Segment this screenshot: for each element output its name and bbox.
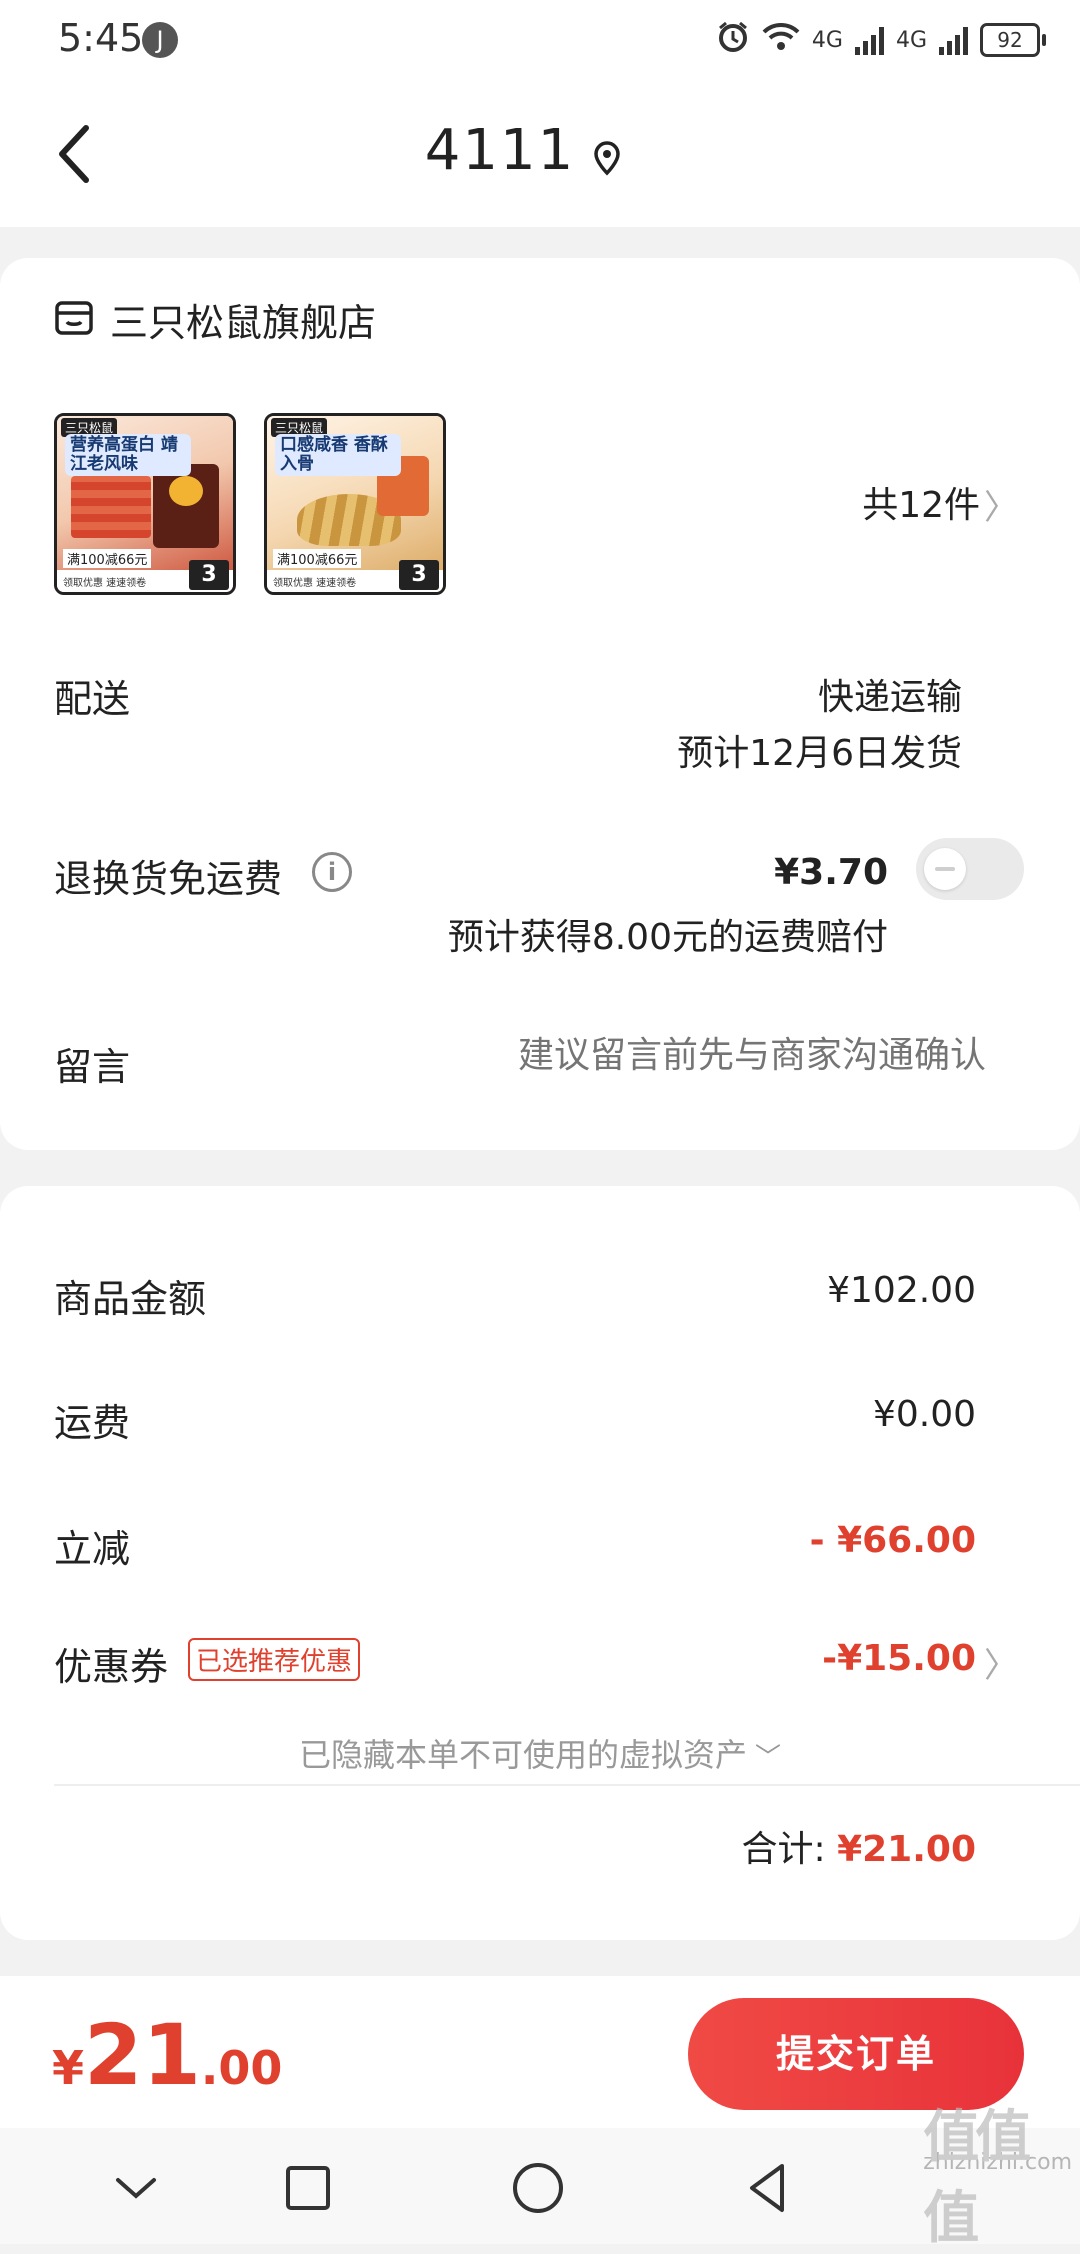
signal-icon xyxy=(939,25,968,55)
order-card: 三只松鼠旗舰店 三只松鼠 营养高蛋白 靖江老风味 满100减66元 领取优惠 速… xyxy=(0,258,1080,1150)
product-promo: 满100减66元 xyxy=(273,549,362,568)
status-time: 5:45 xyxy=(58,16,144,60)
watermark-logo: 值值值 xyxy=(923,2105,1031,2251)
delivery-method: 快递运输 xyxy=(817,677,962,718)
delivery-label: 配送 xyxy=(54,677,131,721)
return-shipping-note: 预计获得8.00元的运费赔付 xyxy=(447,917,888,958)
subtotal-value: ¥102.00 xyxy=(827,1270,976,1311)
checkout-bar: ¥21.00 提交订单 xyxy=(0,1976,1080,2128)
location-pin-icon[interactable] xyxy=(592,140,622,176)
discount-label: 立减 xyxy=(54,1527,131,1571)
circle-icon xyxy=(513,2163,563,2213)
triangle-back-icon xyxy=(750,2164,784,2212)
total-value: ¥21.00 xyxy=(837,1829,976,1870)
delivery-estimate: 预计12月6日发货 xyxy=(677,733,962,774)
squirrel-mascot xyxy=(169,476,203,506)
total-label: 合计: xyxy=(741,1829,826,1870)
product-footer: 领取优惠 速速领卷 xyxy=(63,578,147,589)
total-decimal: .00 xyxy=(200,2041,283,2095)
return-shipping-label: 退换货免运费 xyxy=(54,857,283,901)
notification-app-icon: J xyxy=(142,22,178,58)
product-promo: 满100减66元 xyxy=(63,549,152,568)
alarm-icon xyxy=(716,20,750,60)
store-name[interactable]: 三只松鼠旗舰店 xyxy=(110,292,376,347)
chevron-down-icon: ﹀ xyxy=(755,1743,782,1773)
coupon-status-badge: 已选推荐优惠 xyxy=(188,1638,361,1681)
store-icon xyxy=(54,298,94,338)
message-label: 留言 xyxy=(54,1045,131,1089)
info-icon[interactable]: i xyxy=(312,852,352,892)
nav-recents-button[interactable] xyxy=(278,2158,338,2218)
signal-icon xyxy=(854,25,884,55)
page-header: 4111 xyxy=(0,82,1080,227)
hidden-assets-toggle[interactable]: 已隐藏本单不可使用的虚拟资产 ﹀ xyxy=(0,1730,1080,1776)
network-b-label: 4G xyxy=(895,27,927,53)
wifi-icon xyxy=(762,22,800,58)
product-caption: 营养高蛋白 靖江老风味 xyxy=(65,434,191,476)
status-bar: 5:45 J 4G 4G 92 xyxy=(0,0,1080,82)
message-input[interactable] xyxy=(424,1034,988,1077)
system-nav-bar xyxy=(0,2128,1080,2244)
status-icons: 4G 4G 92 xyxy=(716,18,1046,62)
quantity-badge: 3 xyxy=(189,560,229,590)
product-thumbnail[interactable]: 三只松鼠 营养高蛋白 靖江老风味 满100减66元 领取优惠 速速领卷 3 xyxy=(54,413,236,595)
nav-back-button[interactable] xyxy=(738,2158,798,2218)
product-image xyxy=(71,476,151,538)
item-count[interactable]: 共12件 xyxy=(862,476,980,528)
currency-symbol: ¥ xyxy=(52,2041,85,2095)
product-footer: 领取优惠 速速领卷 xyxy=(273,578,357,589)
nav-home-button[interactable] xyxy=(508,2158,568,2218)
total-integer: 21 xyxy=(84,2006,201,2104)
return-shipping-toggle[interactable] xyxy=(916,838,1024,900)
toggle-knob xyxy=(924,848,966,890)
return-shipping-price: ¥3.70 xyxy=(774,852,888,893)
coupon-label[interactable]: 优惠券 xyxy=(54,1636,168,1691)
shipping-fee-value: ¥0.00 xyxy=(872,1394,976,1435)
subtotal-label: 商品金额 xyxy=(54,1277,207,1321)
nav-hide-button[interactable] xyxy=(106,2158,166,2218)
checkout-total: ¥21.00 xyxy=(52,2006,282,2104)
discount-value: - ¥66.00 xyxy=(809,1520,976,1561)
divider xyxy=(54,1784,1080,1786)
battery-icon: 92 xyxy=(980,23,1046,57)
total-row: 合计: ¥21.00 xyxy=(741,1820,976,1872)
chevron-down-icon xyxy=(116,2178,156,2199)
chevron-right-icon[interactable]: 〉 xyxy=(984,480,1018,529)
chevron-right-icon[interactable]: 〉 xyxy=(984,1638,1018,1687)
square-icon xyxy=(286,2166,330,2210)
page-title: 4111 xyxy=(424,118,576,183)
product-thumbnail[interactable]: 三只松鼠 口感咸香 香酥入骨 满100减66元 领取优惠 速速领卷 3 xyxy=(264,413,446,595)
watermark: 值值值 zhizhizhi.com xyxy=(923,2105,1072,2251)
product-caption: 口感咸香 香酥入骨 xyxy=(275,434,401,476)
quantity-badge: 3 xyxy=(399,560,439,590)
shipping-fee-label: 运费 xyxy=(54,1401,131,1445)
hidden-assets-text: 已隐藏本单不可使用的虚拟资产 xyxy=(298,1736,747,1774)
price-summary-card: 商品金额 ¥102.00 运费 ¥0.00 立减 - ¥66.00 优惠券 已选… xyxy=(0,1186,1080,1940)
coupon-value[interactable]: -¥15.00 xyxy=(822,1638,976,1679)
network-a-label: 4G xyxy=(811,27,843,53)
